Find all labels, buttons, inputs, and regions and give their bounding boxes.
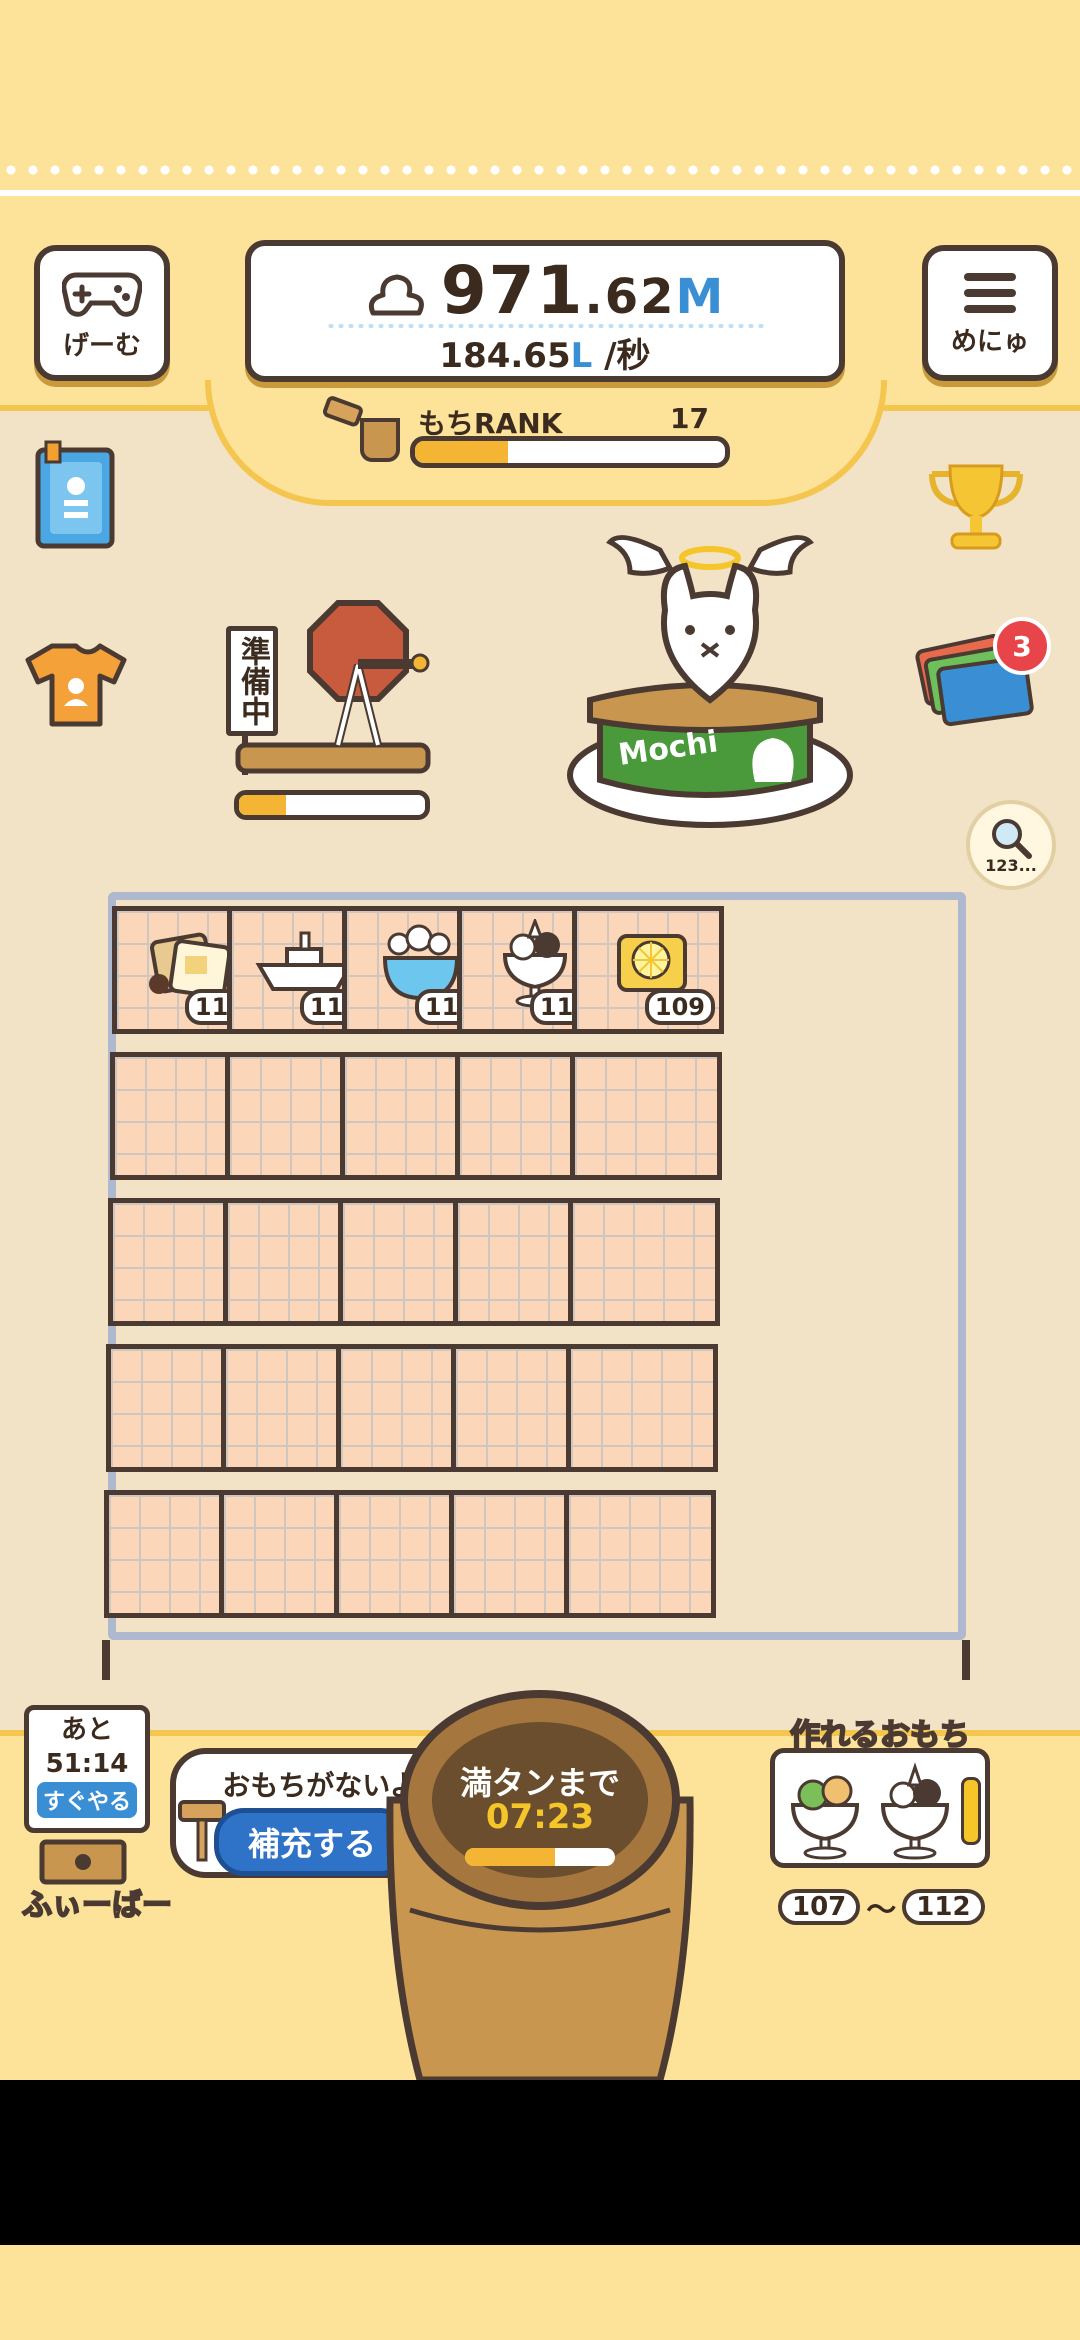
timer-prefix: あと [60, 1715, 113, 1745]
machine-progress-bar [234, 790, 430, 820]
grid-cell-empty[interactable] [570, 1052, 722, 1180]
dotted-divider [0, 165, 1080, 175]
game-label: げーむ [62, 330, 141, 361]
bottom-strip [0, 2245, 1080, 2340]
tank-progress-bar [465, 1848, 615, 1866]
fever-label[interactable]: ふぃーばー [21, 1880, 173, 1924]
score-decimal: .62 [584, 269, 676, 325]
choco-parfait-icon [880, 1762, 950, 1860]
level-range: 107 〜 112 [778, 1885, 985, 1929]
shirt-icon [25, 643, 127, 727]
mochi-icon [368, 274, 424, 316]
menu-label: めにゅ [950, 326, 1029, 357]
tank-time: 07:23 [485, 1797, 595, 1837]
mallet-icon [323, 396, 400, 462]
merge-grid: 118 114 113 112 109 [100, 890, 970, 1640]
rack-leg-right [962, 1640, 970, 1680]
rack-leg-left [102, 1640, 110, 1680]
tank-progress-fill [465, 1848, 555, 1866]
trophy-icon [929, 464, 1023, 550]
cards-badge: 3 [993, 617, 1051, 675]
score-display: 971.62M [251, 252, 839, 329]
mascot-pedestal: Mochi [567, 535, 853, 828]
matcha-parfait-icon [790, 1775, 860, 1860]
can-make-panel[interactable] [770, 1748, 990, 1868]
hamburger-icon [964, 272, 1016, 313]
can-make-scroll[interactable] [961, 1777, 981, 1845]
outfit-button[interactable] [22, 640, 130, 730]
score-panel: 971.62M 184.65L /秒 [245, 240, 845, 382]
fever-timer[interactable]: あと 51:14 すぐやる [24, 1705, 150, 1833]
rate-display: 184.65L /秒 [251, 328, 839, 377]
rate-unit: L [570, 336, 593, 376]
top-divider [0, 190, 1080, 196]
rate-value: 184.65 [439, 336, 571, 376]
do-now-button[interactable]: すぐやる [36, 1782, 137, 1818]
rank-progress-fill [415, 441, 508, 463]
timer-value: 51:14 [45, 1749, 129, 1779]
score-main: 971 [440, 252, 585, 329]
rank-value: 17 [670, 402, 709, 435]
grid-cell-empty[interactable] [566, 1344, 718, 1472]
book-icon [35, 440, 115, 549]
menu-button[interactable]: めにゅ [922, 245, 1058, 381]
mochi-machine-icon [235, 600, 431, 775]
range-from: 107 [778, 1889, 861, 1925]
grid-cell-empty[interactable] [568, 1198, 720, 1326]
grid-cell-empty[interactable] [564, 1490, 716, 1618]
range-to: 112 [902, 1889, 985, 1925]
search-button[interactable]: 123... [966, 800, 1056, 890]
fever-box-icon [39, 1839, 127, 1885]
profile-book-button[interactable] [30, 440, 122, 552]
gamepad-icon [62, 271, 142, 317]
game-button[interactable]: げーむ [34, 245, 170, 381]
trophy-button[interactable] [922, 460, 1030, 560]
navigation-bar [0, 2080, 1080, 2245]
machine-progress-fill [239, 795, 286, 815]
item-level: 109 [644, 989, 715, 1025]
grid-cell-lemon-cake-item[interactable]: 109 [572, 906, 724, 1034]
rate-per: /秒 [604, 336, 651, 376]
range-separator: 〜 [866, 1893, 897, 1928]
rank-progress-bar [410, 436, 730, 468]
magnifier-icon [992, 818, 1032, 859]
score-unit: M [675, 269, 726, 325]
search-label: 123... [985, 855, 1037, 875]
